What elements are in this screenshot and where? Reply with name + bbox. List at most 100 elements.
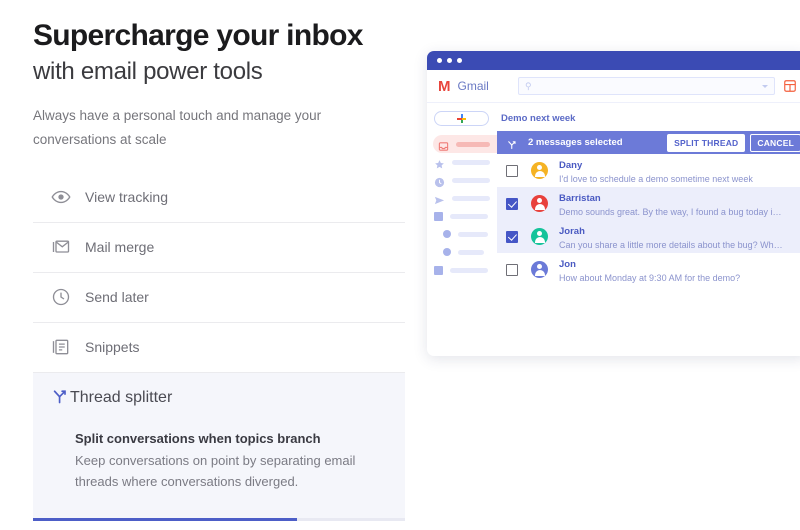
message-snippet: I'd love to schedule a demo sometime nex… — [559, 174, 753, 185]
feature-panel-description: Keep conversations on point by separatin… — [75, 453, 356, 489]
feature-item-mail-merge[interactable]: Mail merge — [33, 223, 405, 273]
sidebar-label-placeholder — [456, 141, 490, 147]
gmail-sidebar — [427, 103, 497, 356]
feature-label: View tracking — [85, 189, 169, 206]
chevron-down-icon[interactable] — [762, 84, 768, 88]
gmail-mock-window: M Gmail ⚲ Demo next week 2 messages sele… — [427, 51, 800, 356]
gmail-header: M Gmail ⚲ — [427, 70, 800, 103]
feature-panel-body: Split conversations when topics branch K… — [33, 423, 405, 509]
split-thread-button[interactable]: SPLIT THREAD — [667, 133, 746, 152]
feature-list: View tracking Mail merge Send later Snip… — [33, 173, 405, 522]
search-icon: ⚲ — [525, 80, 532, 91]
feature-label: Send later — [85, 289, 149, 306]
sidebar-item-label-b[interactable] — [434, 243, 497, 261]
thread-split-icon — [506, 137, 518, 149]
sidebar-label-placeholder — [458, 231, 488, 237]
split-layout-icon[interactable] — [783, 79, 797, 93]
message-text: Jon How about Monday at 9:30 AM for the … — [559, 254, 740, 285]
avatar — [531, 195, 548, 212]
message-snippet: How about Monday at 9:30 AM for the demo… — [559, 273, 741, 284]
send-icon — [434, 193, 445, 204]
message-checkbox[interactable] — [506, 197, 518, 210]
action-bar-buttons: SPLIT THREAD CANCEL — [667, 133, 800, 152]
message-text: Barristan Demo sounds great. By the way,… — [559, 188, 784, 219]
message-text: Dany I'd love to schedule a demo sometim… — [559, 155, 753, 186]
sidebar-item-sent[interactable] — [434, 189, 497, 207]
sidebar-item-inbox[interactable] — [433, 135, 497, 153]
message-text: Jorah Can you share a little more detail… — [559, 221, 784, 252]
table-row[interactable]: Jon How about Monday at 9:30 AM for the … — [497, 253, 800, 286]
feature-progress-fill — [33, 518, 298, 522]
feature-item-send-later[interactable]: Send later — [33, 273, 405, 323]
envelope-stack-icon — [50, 236, 72, 258]
table-row[interactable]: Dany I'd love to schedule a demo sometim… — [497, 154, 800, 187]
page-subtitle: with email power tools — [33, 58, 263, 86]
square-icon — [434, 211, 443, 221]
page-title: Supercharge your inbox — [33, 19, 363, 52]
feature-panel-title: Split conversations when topics branch — [75, 430, 321, 446]
hero-column: Supercharge your inbox with email power … — [0, 0, 420, 530]
thread-split-icon — [50, 385, 70, 410]
sidebar-item-starred[interactable] — [434, 153, 497, 171]
sidebar-label-placeholder — [450, 267, 488, 273]
gmail-thread-pane: Demo next week 2 messages selected SPLIT… — [497, 103, 800, 356]
gmail-m-icon: M — [438, 77, 451, 95]
feature-panel-header[interactable]: Thread splitter — [33, 373, 405, 423]
table-row[interactable]: Jorah Can you share a little more detail… — [497, 220, 800, 253]
table-row[interactable]: Barristan Demo sounds great. By the way,… — [497, 187, 800, 220]
sidebar-label-placeholder — [450, 213, 488, 219]
avatar — [531, 228, 548, 245]
avatar — [531, 261, 548, 278]
circle-icon — [443, 248, 451, 256]
selection-action-bar: 2 messages selected SPLIT THREAD CANCEL — [497, 131, 800, 154]
feature-progress-bar — [33, 518, 405, 522]
feature-label: Mail merge — [85, 239, 155, 256]
search-input[interactable]: ⚲ — [518, 77, 775, 95]
square-icon — [434, 265, 443, 275]
message-snippet: Can you share a little more details abou… — [559, 240, 784, 251]
feature-label: Thread splitter — [70, 388, 173, 406]
window-titlebar — [427, 51, 800, 70]
eye-icon — [50, 186, 72, 208]
gmail-wordmark: Gmail — [457, 79, 489, 93]
gmail-logo: M Gmail — [438, 79, 516, 94]
sender-name: Jon — [559, 259, 576, 271]
message-checkbox[interactable] — [506, 263, 518, 276]
sidebar-item-drafts[interactable] — [434, 207, 497, 225]
message-checkbox[interactable] — [506, 164, 518, 177]
star-icon — [434, 157, 445, 168]
plus-icon — [457, 114, 466, 123]
window-dot[interactable] — [447, 58, 452, 63]
inbox-icon — [438, 139, 449, 151]
landing-page: Supercharge your inbox with email power … — [0, 0, 800, 530]
message-checkbox[interactable] — [506, 230, 518, 243]
avatar — [531, 162, 548, 179]
sidebar-item-label-a[interactable] — [434, 225, 497, 243]
gmail-body: Demo next week 2 messages selected SPLIT… — [427, 103, 800, 356]
window-dot[interactable] — [437, 58, 442, 63]
sidebar-label-placeholder — [452, 159, 490, 165]
sidebar-item-snoozed[interactable] — [434, 171, 497, 189]
clock-icon — [50, 286, 72, 308]
sender-name: Jorah — [559, 226, 585, 238]
sidebar-label-placeholder — [458, 249, 484, 255]
feature-item-view-tracking[interactable]: View tracking — [33, 173, 405, 223]
window-dot[interactable] — [457, 58, 462, 63]
feature-item-snippets[interactable]: Snippets — [33, 323, 405, 373]
hero-description: Always have a personal touch and manage … — [33, 108, 322, 147]
sidebar-item-more[interactable] — [434, 261, 497, 279]
sender-name: Dany — [559, 160, 583, 172]
selection-status: 2 messages selected — [528, 137, 623, 148]
clock-icon — [434, 175, 445, 187]
message-snippet: Demo sounds great. By the way, I found a… — [559, 207, 784, 218]
circle-icon — [443, 230, 451, 238]
feature-label: Snippets — [85, 339, 140, 356]
sender-name: Barristan — [559, 193, 601, 205]
compose-button[interactable] — [434, 111, 489, 126]
documents-stack-icon — [50, 336, 72, 358]
sidebar-label-placeholder — [452, 177, 490, 183]
thread-title: Demo next week — [501, 113, 576, 124]
feature-item-thread-splitter[interactable]: Thread splitter Split conversations when… — [33, 372, 405, 522]
cancel-button[interactable]: CANCEL — [750, 133, 800, 152]
sidebar-label-placeholder — [452, 195, 490, 201]
